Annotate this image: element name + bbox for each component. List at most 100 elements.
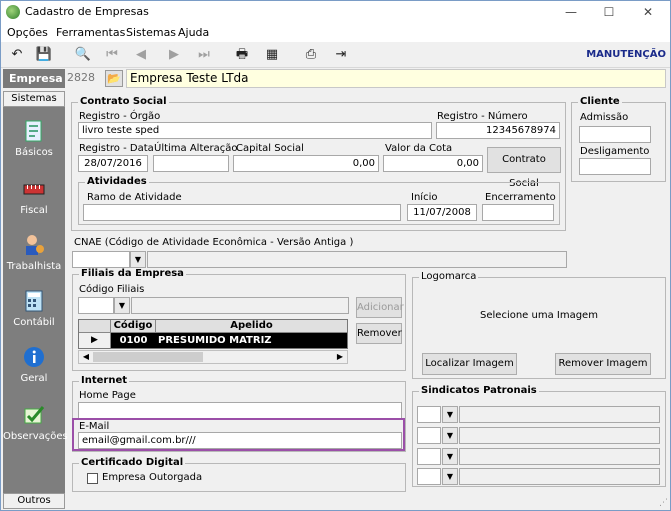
calculator-icon[interactable]: ▦	[262, 46, 282, 64]
localizar-imagem-button[interactable]: Localizar Imagem	[422, 353, 517, 375]
empresa-name: Empresa Teste LTda	[126, 69, 666, 88]
capital-social-label: Capital Social	[236, 143, 304, 154]
next-record-icon[interactable]: ▶	[164, 46, 184, 64]
sidebar-item-basicos[interactable]: Básicos	[3, 119, 65, 175]
codigo-filiais-input[interactable]	[78, 297, 114, 314]
logomarca-title: Logomarca	[419, 271, 479, 282]
row-indicator-icon: ▶	[79, 333, 111, 348]
sidebar-item-label: Geral	[20, 373, 48, 384]
sidebar-item-label: Básicos	[15, 147, 53, 158]
menu-ferramentas[interactable]: Ferramentas	[56, 26, 125, 39]
registro-orgao-label: Registro - Órgão	[79, 111, 161, 122]
column-header-apelido[interactable]: Apelido	[156, 320, 347, 333]
admissao-input[interactable]	[579, 126, 651, 143]
valor-cota-label: Valor da Cota	[385, 143, 453, 154]
table-row-codigo[interactable]: 0100	[111, 333, 156, 348]
email-input[interactable]: email@gmail.com.br///	[78, 432, 402, 449]
adicionar-button[interactable]: Adicionar	[356, 297, 404, 318]
empresa-outorgada-checkbox[interactable]	[87, 473, 98, 484]
sidebar-item-trabalhista[interactable]: Trabalhista	[3, 233, 65, 289]
mode-label: MANUTENÇÃO	[586, 49, 666, 60]
sindicato-input-4[interactable]	[417, 468, 441, 485]
sindicato-description-1	[459, 406, 660, 423]
open-folder-icon[interactable]: 📂	[105, 70, 123, 87]
menu-opcoes[interactable]: Opções	[7, 26, 48, 39]
print-icon[interactable]: 🖶	[232, 46, 252, 64]
inicio-label: Início	[411, 192, 438, 203]
save-icon[interactable]: 💾	[34, 46, 54, 64]
preview-icon[interactable]: 🔍	[73, 46, 93, 64]
menu-ajuda[interactable]: Ajuda	[178, 26, 209, 39]
table-row-apelido[interactable]: PRESUMIDO MATRIZ	[156, 333, 347, 348]
sidebar-item-label: Contábil	[13, 317, 55, 328]
contrato-social-button[interactable]: Contrato Social	[487, 147, 561, 189]
filiais-title: Filiais da Empresa	[79, 268, 186, 279]
maximize-button[interactable]: ☐	[594, 3, 624, 21]
sindicato-dropdown-icon-2[interactable]: ▼	[442, 427, 458, 444]
menu-sistemas[interactable]: Sistemas	[126, 26, 176, 39]
sidebar-item-geral[interactable]: Geral	[3, 345, 65, 401]
registro-numero-input[interactable]: 12345678974	[436, 122, 560, 139]
admissao-label: Admissão	[580, 112, 629, 123]
registro-numero-label: Registro - Número	[437, 111, 528, 122]
codigo-filiais-label: Código Filiais	[79, 284, 145, 295]
registro-data-input[interactable]: 28/07/2016	[78, 155, 148, 172]
cnae-input[interactable]	[72, 251, 130, 268]
sidebar-item-fiscal[interactable]: Fiscal	[3, 177, 65, 233]
sindicato-dropdown-icon-4[interactable]: ▼	[442, 468, 458, 485]
encerramento-label: Encerramento	[485, 192, 556, 203]
last-record-icon[interactable]: ⏭	[194, 46, 214, 64]
document-icon	[25, 120, 42, 142]
registro-orgao-input[interactable]: livro teste sped	[78, 122, 432, 139]
sidebar-item-label: Observações	[3, 431, 68, 442]
close-button[interactable]: ✕	[633, 3, 663, 21]
homepage-label: Home Page	[79, 390, 136, 401]
logomarca-placeholder: Selecione uma Imagem	[480, 310, 598, 321]
remover-imagem-button[interactable]: Remover Imagem	[555, 353, 651, 375]
resize-grip-icon[interactable]: ⋰	[659, 498, 668, 508]
sindicato-dropdown-icon-1[interactable]: ▼	[442, 406, 458, 423]
codigo-filiais-dropdown-icon[interactable]: ▼	[114, 297, 130, 314]
sindicato-description-3	[459, 448, 660, 465]
filiais-grid[interactable]: Código Apelido ▶ 0100 PRESUMIDO MATRIZ	[78, 319, 348, 349]
scroll-right-icon[interactable]: ▶	[334, 351, 346, 363]
sindicato-input-3[interactable]	[417, 448, 441, 465]
stamp-icon[interactable]: ⎙	[301, 46, 321, 64]
inicio-input[interactable]: 11/07/2008	[407, 204, 477, 221]
valor-cota-input[interactable]: 0,00	[383, 155, 483, 172]
prev-record-icon[interactable]: ◀	[131, 46, 151, 64]
homepage-input[interactable]	[78, 402, 402, 419]
encerramento-input[interactable]	[482, 204, 554, 221]
grid-corner	[79, 320, 111, 333]
filiais-horizontal-scrollbar[interactable]: ◀ ▶	[78, 350, 348, 364]
undo-icon[interactable]: ↶	[7, 46, 27, 64]
first-record-icon[interactable]: ⏮	[102, 46, 122, 64]
worker-icon	[26, 235, 44, 255]
scroll-thumb[interactable]	[93, 352, 203, 362]
calculator-icon	[25, 290, 43, 312]
ultima-alteracao-input[interactable]	[153, 155, 229, 172]
desligamento-input[interactable]	[579, 158, 651, 175]
empresa-bar: Empresa 2828 📂 Empresa Teste LTda	[1, 69, 670, 89]
sidebar-header[interactable]: Sistemas	[3, 91, 65, 107]
email-label: E-Mail	[79, 421, 110, 432]
column-header-codigo[interactable]: Código	[111, 320, 156, 333]
capital-social-input[interactable]: 0,00	[233, 155, 379, 172]
sidebar-item-observacoes[interactable]: Observações	[3, 403, 68, 459]
sindicato-input-1[interactable]	[417, 406, 441, 423]
cnae-description	[147, 251, 567, 268]
exit-icon[interactable]: ⇥	[331, 46, 351, 64]
cliente-title: Cliente	[578, 96, 622, 107]
ultima-alteracao-label: Última Alteração	[154, 143, 238, 154]
remover-filial-button[interactable]: Remover	[356, 323, 402, 344]
scroll-left-icon[interactable]: ◀	[80, 351, 92, 363]
contrato-social-title: Contrato Social	[78, 96, 169, 107]
sindicato-dropdown-icon-3[interactable]: ▼	[442, 448, 458, 465]
sidebar-item-contabil[interactable]: Contábil	[3, 289, 65, 345]
sindicato-input-2[interactable]	[417, 427, 441, 444]
internet-title: Internet	[79, 375, 130, 386]
minimize-button[interactable]: —	[556, 3, 586, 21]
sidebar-footer[interactable]: Outros	[3, 493, 65, 509]
cnae-dropdown-icon[interactable]: ▼	[130, 251, 146, 268]
ramo-atividade-input[interactable]	[83, 204, 401, 221]
